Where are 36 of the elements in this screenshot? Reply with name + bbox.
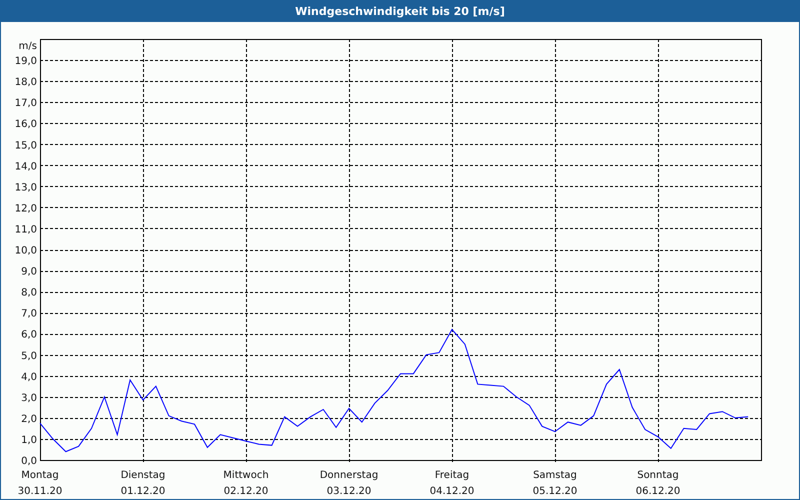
day-label: Freitag — [434, 470, 470, 481]
y-axis-label: 14,0 — [14, 161, 37, 172]
date-label: 30.11.20 — [18, 486, 62, 497]
y-axis-label: 7,0 — [21, 308, 37, 320]
y-axis-label: 16,0 — [14, 119, 37, 130]
y-axis-label: 6,0 — [21, 330, 37, 341]
y-axis-label: 18,0 — [14, 77, 37, 88]
y-axis-label: 1,0 — [21, 434, 37, 446]
date-label: 01.12.20 — [120, 486, 166, 497]
date-label: 02.12.20 — [224, 486, 268, 497]
y-axis-label: 19,0 — [14, 56, 37, 68]
window-title: Windgeschwindigkeit bis 20 [m/s] — [295, 4, 505, 18]
y-axis-label: 2,0 — [21, 414, 37, 425]
y-axis-label: 13,0 — [14, 182, 37, 194]
date-label: 06.12.20 — [636, 486, 680, 497]
y-axis-label: 9,0 — [21, 266, 37, 278]
day-label: Dienstag — [120, 470, 166, 481]
y-axis-label: 10,0 — [14, 246, 37, 256]
y-axis-label: 11,0 — [14, 224, 37, 236]
date-label: 04.12.20 — [430, 486, 474, 497]
y-axis-unit: m/s — [18, 41, 37, 52]
day-label: Mittwoch — [223, 470, 269, 481]
day-label: Montag — [21, 470, 59, 481]
y-axis-label: 17,0 — [14, 98, 37, 110]
y-axis-label: 12,0 — [14, 203, 37, 214]
y-axis-label: 3,0 — [21, 392, 37, 404]
day-label: Donnerstag — [320, 470, 378, 481]
y-axis-label: 4,0 — [21, 372, 37, 383]
day-label: Samstag — [533, 470, 577, 481]
y-axis-label: 15,0 — [14, 140, 37, 152]
y-axis-label: 8,0 — [21, 288, 37, 299]
y-axis-label: 5,0 — [21, 350, 37, 362]
y-axis-label: 0,0 — [21, 456, 37, 467]
date-label: 05.12.20 — [532, 486, 578, 497]
day-label: Sonntag — [637, 470, 679, 481]
date-label: 03.12.20 — [326, 486, 372, 497]
